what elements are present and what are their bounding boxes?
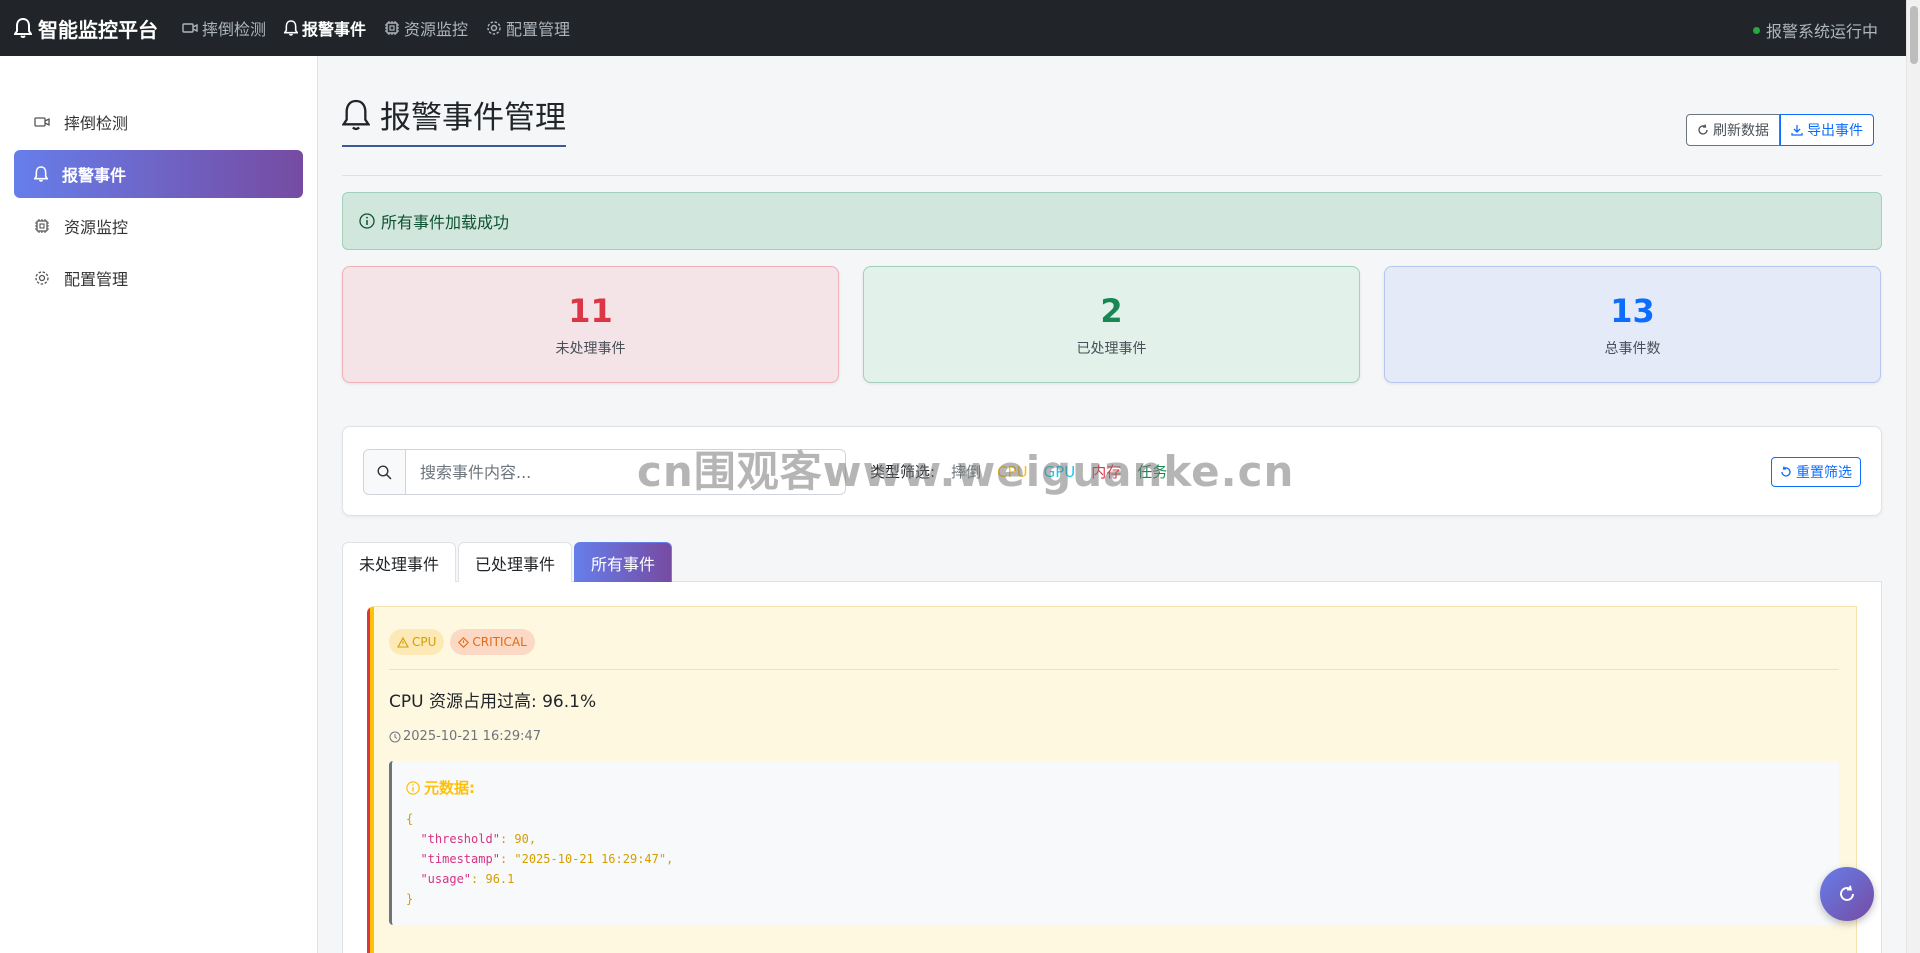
refresh-icon — [1840, 885, 1854, 901]
info-icon — [359, 213, 375, 229]
events-panel: CPU CRITICAL CPU 资源占用过高: 96.1% 2025-10-2… — [342, 582, 1882, 953]
nav-link-label: 报警事件 — [302, 20, 367, 39]
tab-all[interactable]: 所有事件 — [574, 542, 673, 583]
download-icon — [1791, 125, 1803, 136]
search-icon-addon — [364, 450, 406, 494]
sidebar-item-label: 报警事件 — [62, 166, 127, 185]
metadata-json: { "threshold": 90, "timestamp": "2025-10… — [406, 809, 673, 909]
gear-icon — [35, 271, 49, 285]
diamond-icon — [458, 636, 470, 648]
warning-icon — [397, 636, 409, 648]
page-title: 报警事件管理 — [342, 92, 566, 147]
stat-card-unhandled: 11 未处理事件 — [342, 266, 839, 383]
stat-label: 未处理事件 — [555, 340, 626, 357]
stat-card-handled: 2 已处理事件 — [863, 266, 1360, 383]
brand[interactable]: 智能监控平台 — [14, 14, 158, 43]
stat-card-total: 13 总事件数 — [1384, 266, 1881, 383]
reset-icon — [1781, 466, 1791, 477]
alert-message: 所有事件加载成功 — [381, 213, 510, 232]
sidebar-item-config[interactable]: 配置管理 — [14, 254, 303, 302]
json-open: { — [406, 812, 414, 826]
export-button[interactable]: 导出事件 — [1780, 114, 1874, 146]
stat-value: 2 — [1100, 291, 1123, 330]
sidebar-item-label: 摔倒检测 — [64, 114, 129, 133]
event-time-text: 2025-10-21 16:29:47 — [403, 729, 542, 744]
json-close: } — [406, 892, 414, 906]
nav-link-label: 摔倒检测 — [202, 20, 267, 39]
gear-icon — [487, 21, 501, 35]
success-alert: 所有事件加载成功 — [342, 192, 1882, 250]
scrollbar-thumb[interactable] — [1910, 6, 1918, 64]
sidebar-item-fall-detection[interactable]: 摔倒检测 — [14, 98, 303, 146]
sidebar-item-resource-monitor[interactable]: 资源监控 — [14, 202, 303, 250]
search-icon — [377, 464, 392, 480]
refresh-button-label: 刷新数据 — [1713, 123, 1769, 139]
json-key: "threshold" — [420, 832, 500, 846]
metadata-title: 元数据: — [406, 777, 475, 798]
nav-link-resource-monitor[interactable]: 资源监控 — [384, 16, 468, 40]
nav-link-label: 配置管理 — [506, 20, 571, 39]
status-dot-icon — [1752, 26, 1760, 34]
metadata-box: 元数据: { "threshold": 90, "timestamp": "20… — [389, 761, 1839, 925]
json-key: "timestamp" — [420, 852, 500, 866]
nav-link-label: 资源监控 — [404, 20, 469, 39]
camera-icon — [34, 117, 50, 127]
camera-icon — [182, 23, 198, 33]
stat-value: 13 — [1610, 291, 1655, 330]
json-value: : 96.1 — [471, 872, 515, 886]
refresh-icon — [1698, 124, 1708, 135]
bell-icon — [14, 18, 32, 38]
stat-label: 总事件数 — [1604, 340, 1661, 357]
cpu-icon — [385, 21, 400, 35]
bell-icon — [34, 166, 48, 182]
stats-row: 11 未处理事件 2 已处理事件 13 总事件数 — [342, 266, 1882, 383]
level-badge-label: CRITICAL — [472, 635, 527, 649]
page-header: 报警事件管理 刷新数据 导出事件 — [342, 56, 1882, 176]
bell-icon — [284, 20, 299, 36]
system-status: 报警系统运行中 — [1752, 18, 1878, 42]
refresh-button[interactable]: 刷新数据 — [1686, 114, 1780, 146]
top-navbar: 智能监控平台 摔倒检测 报警事件 资源监控 配置管理 报警系统运行中 — [0, 0, 1920, 56]
page-title-text: 报警事件管理 — [380, 100, 566, 136]
sidebar: 摔倒检测 报警事件 资源监控 配置管理 — [0, 56, 318, 953]
header-button-group: 刷新数据 导出事件 — [1686, 114, 1874, 146]
nav-link-config[interactable]: 配置管理 — [486, 16, 570, 40]
sidebar-item-label: 配置管理 — [64, 270, 129, 289]
page-scrollbar[interactable] — [1906, 0, 1920, 953]
bell-icon — [342, 99, 370, 130]
system-status-text: 报警系统运行中 — [1765, 22, 1878, 41]
json-key: "usage" — [420, 872, 472, 886]
brand-title: 智能监控平台 — [38, 17, 158, 42]
type-badge-label: CPU — [412, 635, 437, 649]
json-value: : 90, — [499, 832, 537, 846]
clock-icon — [389, 731, 401, 742]
nav-link-alarm-events[interactable]: 报警事件 — [284, 16, 366, 40]
tab-unhandled[interactable]: 未处理事件 — [342, 542, 457, 583]
main-content: 报警事件管理 刷新数据 导出事件 所有事件加载成功 11 未处理事件 2 已处理… — [342, 56, 1882, 953]
metadata-title-text: 元数据: — [424, 779, 475, 797]
event-tabs: 未处理事件 已处理事件 所有事件 — [342, 542, 1882, 583]
nav-link-fall-detection[interactable]: 摔倒检测 — [182, 16, 266, 40]
cpu-icon — [35, 219, 49, 233]
export-button-label: 导出事件 — [1807, 123, 1863, 139]
watermark: cn围观客www.weiguanke.cn — [637, 447, 1295, 496]
event-title: CPU 资源占用过高: 96.1% — [389, 692, 597, 712]
json-value: : "2025-10-21 16:29:47", — [499, 852, 674, 866]
stat-label: 已处理事件 — [1076, 340, 1147, 357]
sidebar-item-label: 资源监控 — [64, 218, 129, 237]
reset-filter-label: 重置筛选 — [1796, 465, 1852, 481]
info-icon — [406, 780, 420, 795]
tab-handled[interactable]: 已处理事件 — [458, 542, 573, 583]
event-time: 2025-10-21 16:29:47 — [389, 729, 541, 744]
divider — [389, 669, 1839, 670]
event-badges: CPU CRITICAL — [389, 629, 535, 655]
level-badge: CRITICAL — [450, 629, 535, 655]
severity-border — [367, 607, 374, 953]
reset-filter-button[interactable]: 重置筛选 — [1771, 457, 1861, 487]
sidebar-item-alarm-events[interactable]: 报警事件 — [14, 150, 303, 198]
event-card[interactable]: CPU CRITICAL CPU 资源占用过高: 96.1% 2025-10-2… — [367, 606, 1857, 953]
stat-value: 11 — [568, 291, 613, 330]
floating-refresh-button[interactable] — [1820, 867, 1874, 921]
type-badge: CPU — [389, 629, 445, 655]
